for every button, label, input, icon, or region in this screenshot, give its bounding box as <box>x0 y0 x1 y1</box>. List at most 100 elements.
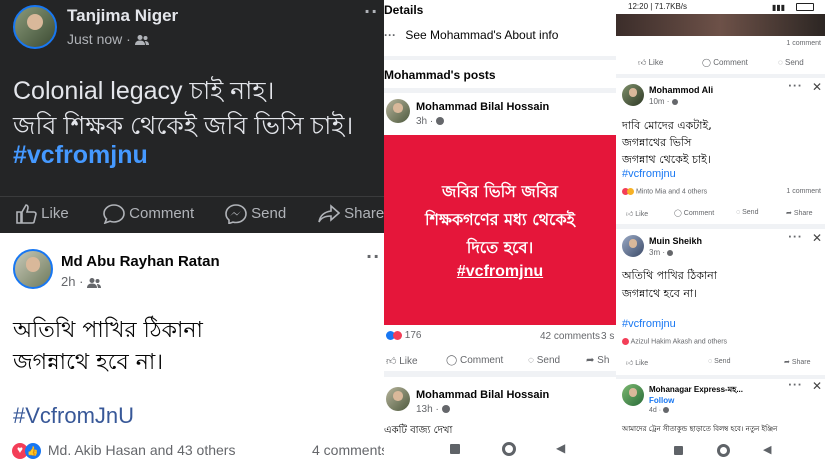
author-name[interactable]: Mohammod Ali <box>649 85 713 95</box>
reaction-summary[interactable]: 176 <box>386 330 421 341</box>
author-name[interactable]: Md Abu Rayhan Ratan <box>61 253 220 270</box>
timestamp: 3m <box>649 248 661 257</box>
hashtag-link[interactable]: #vcfromjnu <box>622 318 676 330</box>
banner-line2: শিক্ষকগণের মধ্য থেকেই <box>424 210 576 229</box>
post-banner[interactable]: জবির ভিসি জবির শিক্ষকগণের মধ্য থেকেই দিত… <box>384 135 616 325</box>
details-heading: Details <box>384 3 424 17</box>
globe-icon <box>671 98 678 105</box>
hashtag-link[interactable]: #vcfromjnu <box>13 141 148 170</box>
profile-posts-screen: Details ··· See Mohammad's About info Mo… <box>384 0 616 465</box>
post-card-2: Mohammad Bilal Hossain 13h · একটি বাজ্য … <box>384 377 616 437</box>
author-name[interactable]: Tanjima Niger <box>67 6 178 26</box>
send-button[interactable]: ◌ Send <box>708 358 730 365</box>
post-time: 3m · <box>649 248 674 257</box>
comment-count[interactable]: 1 comment <box>786 40 821 47</box>
like-button[interactable]: Like <box>15 204 69 224</box>
recent-apps-button[interactable] <box>450 444 460 454</box>
more-icon: ··· <box>384 28 396 42</box>
share-button[interactable]: ➦ Sh <box>586 355 609 366</box>
share-count[interactable]: 3 s <box>601 331 614 342</box>
timestamp: Just now <box>67 31 123 47</box>
comment-button[interactable]: ◯ Comment <box>446 355 503 366</box>
comment-label: Comment <box>713 58 748 67</box>
reactions-text: Azizul Hakim Akash and others <box>630 338 728 346</box>
close-icon[interactable]: ✕ <box>812 231 822 245</box>
details-card: Details ··· See Mohammad's About info <box>384 0 616 56</box>
more-options-icon[interactable]: ··· <box>788 380 802 391</box>
more-options-icon[interactable]: ··· <box>788 232 802 243</box>
close-icon[interactable]: ✕ <box>812 379 822 393</box>
recent-apps-button[interactable] <box>674 446 683 455</box>
signal-icon: ▮▮▮ <box>772 3 786 12</box>
wow-reaction-icon <box>627 188 634 195</box>
hashtag-link[interactable]: #vcfromjnu <box>622 168 676 180</box>
comment-button[interactable]: ◯ Comment <box>702 58 748 67</box>
follow-link[interactable]: Follow <box>649 396 674 405</box>
send-label: Send <box>742 209 759 216</box>
send-button[interactable]: ◌ Send <box>736 209 758 216</box>
globe-icon <box>441 405 450 414</box>
comment-count[interactable]: 4 comments <box>312 442 384 458</box>
author-name[interactable]: Mohammad Bilal Hossain <box>416 389 549 401</box>
post-time: 4d · <box>649 407 670 414</box>
send-button[interactable]: ◌ Send <box>778 58 804 67</box>
avatar[interactable] <box>13 249 53 289</box>
thumbs-up-icon: 👍︎ <box>626 211 634 218</box>
share-button[interactable]: Share <box>318 204 384 224</box>
post-text-line2: জগন্নাথে হবে না। <box>13 350 164 375</box>
reaction-summary[interactable]: Azizul Hakim Akash and others <box>622 338 727 345</box>
thumbs-up-icon: 👍︎ <box>638 58 647 67</box>
close-icon[interactable]: ✕ <box>812 80 822 94</box>
share-icon: ➦ <box>786 210 792 217</box>
share-button[interactable]: ➦ Share <box>786 209 813 217</box>
share-icon <box>318 204 340 223</box>
comment-count[interactable]: 42 comments <box>540 331 600 342</box>
comment-icon: ◯ <box>674 210 682 217</box>
more-options-icon[interactable]: ·· <box>364 2 378 21</box>
share-icon: ➦ <box>586 355 595 366</box>
page-avatar[interactable] <box>622 384 644 406</box>
comment-button[interactable]: ◯ Comment <box>674 209 714 217</box>
author-name[interactable]: Muin Sheikh <box>649 236 702 246</box>
like-button[interactable]: 👍︎ Like <box>626 358 648 367</box>
like-button[interactable]: 👍︎ Like <box>386 355 418 367</box>
timestamp: 3h <box>416 116 428 127</box>
author-name[interactable]: Mohammad Bilal Hossain <box>416 101 549 113</box>
banner-hashtag: #vcfromjnu <box>456 263 544 280</box>
home-button[interactable] <box>717 444 730 457</box>
post-time: 2h · <box>61 274 102 289</box>
status-time: 12:20 | 71.7KB/s <box>628 2 688 11</box>
banner-line1: জবির ভিসি জবির <box>442 182 558 201</box>
friends-icon <box>134 31 149 47</box>
android-nav-bar: ◀ <box>616 437 825 465</box>
avatar[interactable] <box>386 99 410 123</box>
like-label: Like <box>648 58 664 67</box>
avatar[interactable] <box>622 84 644 106</box>
share-label: Share <box>793 210 813 217</box>
status-bar: 12:20 | 71.7KB/s ▮▮▮ <box>616 0 825 14</box>
posts-heading-card: Mohammad's posts <box>384 60 616 88</box>
like-button[interactable]: 👍︎ Like <box>626 209 648 218</box>
share-button[interactable]: ➦ Share <box>784 358 811 366</box>
like-label: Like <box>635 211 649 218</box>
hashtag-link[interactable]: #VcfromJnU <box>13 403 134 429</box>
timestamp: 4d <box>649 407 657 414</box>
post-text-line1: অতিথি পাখির ঠিকানা <box>622 269 717 282</box>
avatar[interactable] <box>386 387 410 411</box>
about-info-link[interactable]: ··· See Mohammad's About info <box>384 28 558 42</box>
about-info-label: See Mohammad's About info <box>405 28 559 42</box>
avatar[interactable] <box>622 235 644 257</box>
send-button[interactable]: ◌ Send <box>528 355 560 366</box>
avatar[interactable] <box>13 5 57 49</box>
send-button[interactable]: Send <box>225 204 286 224</box>
comment-button[interactable]: Comment <box>103 204 194 224</box>
more-options-icon[interactable]: ··· <box>788 81 802 92</box>
back-button[interactable]: ◀ <box>556 441 565 455</box>
like-button[interactable]: 👍︎ Like <box>638 58 663 68</box>
more-options-icon[interactable]: ·· <box>366 247 380 266</box>
home-button[interactable] <box>502 442 516 456</box>
reaction-summary[interactable]: ♥ 👍 Md. Akib Hasan and 43 others <box>12 442 235 460</box>
back-button[interactable]: ◀ <box>763 443 771 456</box>
comment-count[interactable]: 1 comment <box>786 188 821 195</box>
reaction-summary[interactable]: Minto Mia and 4 others <box>622 188 707 195</box>
